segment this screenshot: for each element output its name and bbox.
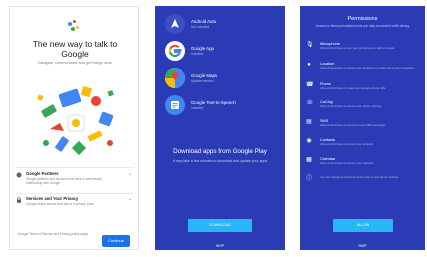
permission-desc: Allow Android Auto to access your phone … <box>320 104 382 108</box>
app-status: Installed <box>191 106 204 110</box>
permission-info: ⓘ You can change permissions at any time… <box>306 175 422 192</box>
row-description: Google needs access that talk to a priva… <box>26 202 94 206</box>
calendar-icon: ▦ <box>306 157 312 163</box>
app-item-google-maps[interactable]: Google Maps Update needed <box>165 68 280 92</box>
row-title: Services and Your Privacy <box>26 196 79 201</box>
row-title: Google Partners <box>26 171 59 176</box>
terms-link[interactable]: Google Terms of Service and Privacy poli… <box>18 232 88 236</box>
permissions-intro: Access to these permissions lets you sta… <box>316 24 410 28</box>
skip-button[interactable]: SKIP <box>300 244 425 248</box>
download-heading: Download apps from Google Play <box>173 148 267 155</box>
permission-contacts: ◉ Contacts Allow Android Auto to access … <box>306 138 422 154</box>
text-to-speech-icon <box>165 95 185 115</box>
permission-location: ● Location Allow Android Auto to access … <box>306 62 422 78</box>
apps-screen: Android Auto Not installed Google App In… <box>155 6 285 250</box>
permission-desc: Allow Android Auto to access your contac… <box>320 142 374 146</box>
welcome-subtitle: Navigate, communicate and get things don… <box>37 61 113 65</box>
app-item-text-to-speech[interactable]: Google Text-to-Speech Installed <box>165 95 280 119</box>
app-name: Google Text-to-Speech <box>191 100 236 105</box>
continue-button[interactable]: Continue <box>102 235 130 247</box>
info-icon: ⓘ <box>306 176 313 182</box>
download-button[interactable]: DOWNLOAD <box>188 219 252 232</box>
partner-icon <box>16 172 22 178</box>
chevron-down-icon[interactable]: ⌄ <box>128 196 132 202</box>
google-assistant-icon <box>68 20 82 32</box>
android-auto-icon <box>165 14 185 34</box>
permission-sms: ▤ SMS Allow Android Auto to send and vie… <box>306 119 422 135</box>
permission-desc: Allow Android Auto to make and manage ph… <box>320 86 386 90</box>
contacts-icon: ◉ <box>306 138 312 144</box>
permissions-screen: Permissions Access to these permissions … <box>300 6 425 250</box>
download-description: It may take a few minutes to download an… <box>172 159 268 163</box>
allow-button[interactable]: ALLOW <box>333 219 393 232</box>
permission-desc: Allow Android Auto to access your calend… <box>320 161 374 165</box>
welcome-screen: The new way to talk to Google Navigate, … <box>9 6 139 250</box>
sms-icon: ▤ <box>306 119 312 125</box>
app-item-android-auto[interactable]: Android Auto Not installed <box>165 14 280 38</box>
permission-microphone: 🎙 Microphone Allow Android Auto to use y… <box>306 42 422 58</box>
permission-calendar: ▦ Calendar Allow Android Auto to access … <box>306 157 422 173</box>
permission-desc: Allow Android Auto to access your locati… <box>320 66 415 70</box>
permissions-title: Permissions <box>347 16 378 22</box>
app-status: Update needed <box>191 79 214 83</box>
permission-desc: Allow Android Auto to send and view SMS … <box>320 123 386 127</box>
app-item-google-app[interactable]: Google App Installed <box>165 41 280 65</box>
skip-button[interactable]: SKIP <box>155 244 285 248</box>
app-status: Not installed <box>191 25 210 29</box>
phone-icon: ☎ <box>306 82 314 88</box>
google-partners-row[interactable]: Google Partners Google partners and serv… <box>16 171 134 193</box>
permission-call-log: ☏ Call log Allow Android Auto to access … <box>306 100 422 116</box>
app-name: Google Maps <box>191 73 218 78</box>
app-name: Google App <box>191 46 214 51</box>
divider <box>16 193 134 194</box>
row-description: Google partners and services that have a… <box>26 177 102 185</box>
google-maps-icon <box>165 68 185 88</box>
app-name: Android Auto <box>191 19 217 24</box>
permission-phone: ☎ Phone Allow Android Auto to make and m… <box>306 82 422 98</box>
welcome-illustration-icon <box>37 86 114 156</box>
welcome-title: The new way to talk to Google <box>32 39 118 59</box>
divider <box>16 167 134 168</box>
lock-icon <box>17 197 21 203</box>
permission-desc: You can change permissions at any time i… <box>320 175 399 179</box>
location-icon: ● <box>307 62 311 68</box>
call-log-icon: ☏ <box>306 100 314 106</box>
google-g-icon <box>165 41 185 61</box>
permission-desc: Allow Android Auto to use your microphon… <box>320 46 395 50</box>
microphone-icon: 🎙 <box>306 42 314 48</box>
privacy-row[interactable]: Services and Your Privacy Google needs a… <box>16 196 134 218</box>
app-status: Installed <box>191 52 204 56</box>
chevron-down-icon[interactable]: ⌄ <box>128 171 132 177</box>
